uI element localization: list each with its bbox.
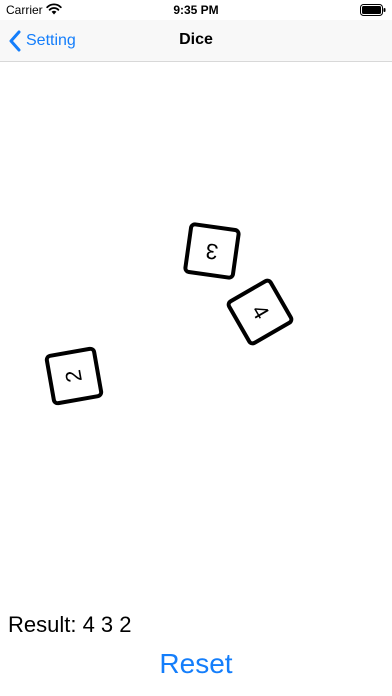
navigation-bar: Setting Dice [0,20,392,62]
page-title: Dice [179,31,213,48]
die: 3 [182,221,242,281]
die-face-value: 2 [60,367,87,385]
dice-area: 3 4 2 [0,62,392,602]
reset-button[interactable]: Reset [0,648,392,680]
die: 2 [43,345,105,407]
status-time: 9:35 PM [173,3,219,17]
result-label: Result: 4 3 2 [8,612,132,637]
die-face-value: 4 [246,300,275,324]
die-face-value: 3 [204,238,220,265]
die: 4 [224,276,296,348]
status-bar: Carrier 9:35 PM [0,0,392,20]
battery-icon [360,4,386,16]
